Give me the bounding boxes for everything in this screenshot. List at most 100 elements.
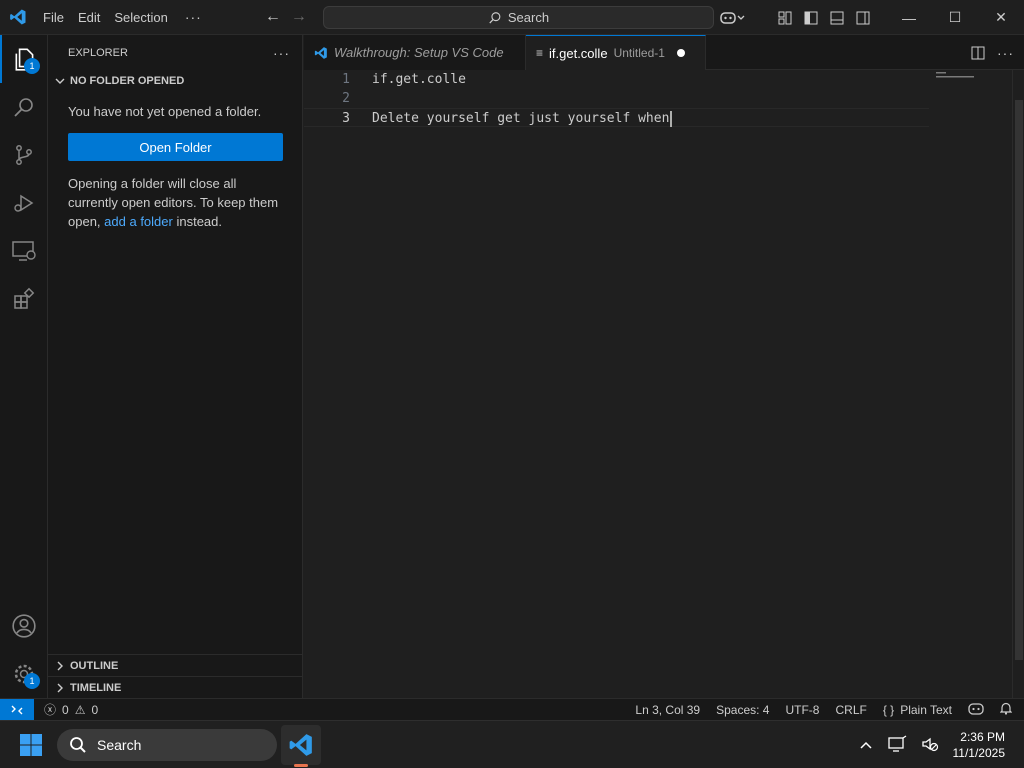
accounts-icon[interactable]	[0, 602, 48, 650]
toggle-primary-sidebar-icon[interactable]	[798, 0, 824, 35]
more-actions-icon[interactable]: ···	[997, 45, 1014, 61]
minimize-icon[interactable]: —	[886, 0, 932, 35]
network-icon[interactable]	[887, 734, 907, 756]
folder-info-text-2: instead.	[176, 214, 223, 229]
run-debug-icon[interactable]	[0, 179, 48, 227]
editor-scrollbar[interactable]	[1012, 70, 1024, 698]
editor-area[interactable]: 1 if.get.colle 2 3 Delete yourself get j…	[304, 70, 1024, 698]
line-text: Delete yourself get just yourself when	[372, 111, 670, 126]
close-icon[interactable]: ✕	[978, 0, 1024, 35]
status-bar: ⓧ 0 ⚠ 0 Ln 3, Col 39 Spaces: 4 UTF-8 CRL…	[0, 698, 1024, 721]
no-folder-message: You have not yet opened a folder.	[68, 104, 262, 119]
customize-layout-icon[interactable]	[772, 0, 798, 35]
volume-muted-icon[interactable]	[921, 736, 939, 755]
taskbar-search[interactable]: Search	[57, 729, 277, 761]
problems-indicator[interactable]: ⓧ 0 ⚠ 0	[34, 701, 98, 718]
title-bar: File Edit Selection ··· ← → Search — ☐ ✕	[0, 0, 1024, 35]
explorer-badge: 1	[24, 58, 40, 74]
taskbar-vscode-app[interactable]	[281, 725, 321, 765]
scrollbar-thumb[interactable]	[1015, 100, 1023, 660]
explorer-icon[interactable]: 1	[0, 35, 48, 83]
open-folder-button[interactable]: Open Folder	[68, 133, 283, 161]
source-control-icon[interactable]	[0, 131, 48, 179]
line-number: 2	[342, 91, 350, 106]
chevron-right-icon	[57, 683, 63, 692]
outline-label: OUTLINE	[70, 659, 119, 672]
taskbar-clock[interactable]: 2:36 PM 11/1/2025	[953, 729, 1006, 761]
vscode-logo-icon	[289, 734, 312, 756]
minimap[interactable]	[936, 70, 1016, 80]
sidebar-title: EXPLORER	[68, 46, 128, 59]
windows-start-icon[interactable]	[19, 733, 43, 757]
toggle-panel-icon[interactable]	[824, 0, 850, 35]
timeline-label: TIMELINE	[70, 681, 122, 694]
menu-edit[interactable]: Edit	[71, 0, 107, 35]
maximize-icon[interactable]: ☐	[932, 0, 978, 35]
error-count: 0	[62, 702, 69, 717]
end-of-line[interactable]: CRLF	[835, 703, 866, 717]
tab-untitled-1[interactable]: ≡ if.get.colle Untitled-1	[526, 35, 706, 70]
split-editor-icon[interactable]	[971, 46, 985, 60]
notifications-bell-icon[interactable]	[999, 702, 1013, 718]
show-hidden-icons-chevron-icon[interactable]	[859, 738, 873, 753]
tab-walkthrough[interactable]: Walkthrough: Setup VS Code	[304, 35, 526, 70]
vscode-logo-icon	[314, 46, 327, 59]
manage-gear-icon[interactable]: 1	[0, 650, 48, 698]
remote-explorer-icon[interactable]	[0, 227, 48, 275]
line-number: 1	[342, 72, 350, 87]
more-actions-icon[interactable]: ···	[273, 45, 290, 61]
extensions-icon[interactable]	[0, 275, 48, 323]
line-text-wrapper: Delete yourself get just yourself when	[372, 109, 673, 128]
line-number: 3	[342, 111, 350, 126]
language-mode[interactable]: { } Plain Text	[883, 703, 952, 717]
text-cursor	[670, 110, 673, 127]
no-folder-section-header[interactable]: NO FOLDER OPENED	[48, 70, 302, 92]
chevron-right-icon	[57, 661, 63, 670]
warning-count: 0	[91, 702, 99, 717]
editor-tabs: Walkthrough: Setup VS Code ≡ if.get.coll…	[304, 35, 1024, 70]
code-line-current: 3 Delete yourself get just yourself when	[304, 108, 929, 127]
menu-selection[interactable]: Selection	[107, 0, 174, 35]
encoding[interactable]: UTF-8	[785, 703, 819, 717]
more-menu-icon[interactable]: ···	[175, 9, 212, 25]
clock-date: 11/1/2025	[952, 746, 1006, 760]
explorer-sidebar: EXPLORER ··· NO FOLDER OPENED You have n…	[48, 35, 303, 698]
search-icon[interactable]	[0, 83, 48, 131]
code-line: 2	[304, 89, 929, 108]
braces-icon: { }	[882, 703, 895, 717]
indentation[interactable]: Spaces: 4	[716, 703, 769, 717]
menu-file[interactable]: File	[36, 0, 71, 35]
back-arrow-icon[interactable]: ←	[260, 8, 286, 26]
folder-info-text: Opening a folder will close all currentl…	[48, 174, 302, 231]
timeline-section-header[interactable]: TIMELINE	[48, 676, 303, 698]
windows-taskbar: Search 2:36 PM 11/1/2025	[0, 720, 1024, 768]
folder-info-text-1: Opening a folder will close all currentl…	[68, 176, 279, 229]
search-icon	[70, 737, 86, 753]
warning-icon: ⚠	[74, 702, 86, 717]
tab-label: Walkthrough: Setup VS Code	[334, 45, 504, 60]
activity-bar: 1 1	[0, 35, 48, 698]
active-app-indicator	[294, 764, 308, 767]
copilot-status-icon[interactable]	[968, 702, 984, 718]
outline-section-header[interactable]: OUTLINE	[48, 654, 303, 676]
error-icon: ⓧ	[44, 703, 57, 717]
toggle-secondary-sidebar-icon[interactable]	[850, 0, 876, 35]
add-folder-link[interactable]: add a folder	[104, 214, 173, 229]
taskbar-search-label: Search	[97, 737, 142, 753]
chevron-down-icon	[55, 78, 65, 84]
forward-arrow-icon[interactable]: →	[286, 8, 312, 26]
copilot-icon[interactable]	[712, 0, 752, 35]
no-folder-section-title: NO FOLDER OPENED	[70, 75, 185, 87]
command-center-search[interactable]: Search	[323, 6, 714, 29]
code-line: 1 if.get.colle	[304, 70, 929, 89]
unsaved-dot-icon[interactable]	[676, 49, 685, 57]
clock-time: 2:36 PM	[960, 730, 1005, 744]
command-center-label: Search	[507, 10, 550, 25]
remote-indicator-icon[interactable]	[0, 698, 34, 721]
search-icon	[489, 11, 501, 23]
tab-description: Untitled-1	[613, 46, 665, 60]
cursor-position[interactable]: Ln 3, Col 39	[635, 703, 700, 717]
tab-label: if.get.colle	[549, 45, 608, 61]
language-label: Plain Text	[900, 703, 952, 717]
line-text: if.get.colle	[372, 72, 466, 87]
